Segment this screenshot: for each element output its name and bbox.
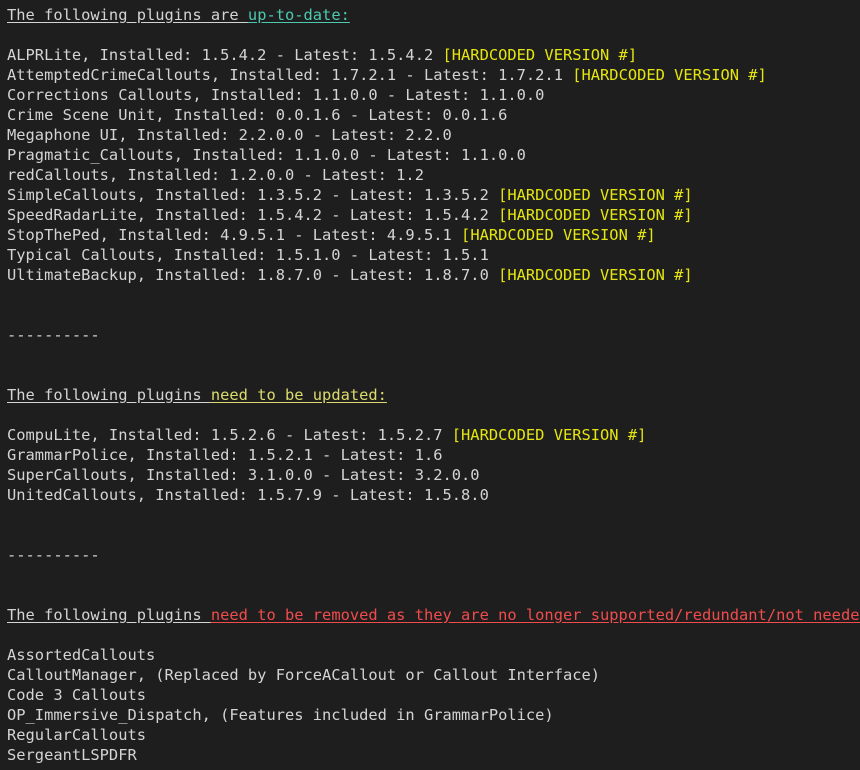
plugin-line: SpeedRadarLite, Installed: 1.5.4.2 - Lat… (7, 206, 499, 224)
update-heading: The following plugins need to be updated… (7, 385, 860, 405)
list-item: Typical Callouts, Installed: 1.5.1.0 - L… (7, 245, 860, 265)
plugin-line: RegularCallouts (7, 726, 146, 744)
plugin-line: AttemptedCrimeCallouts, Installed: 1.7.2… (7, 66, 573, 84)
remove-heading-highlight: need to be removed as they are no longer… (210, 606, 860, 624)
list-item: CompuLite, Installed: 1.5.2.6 - Latest: … (7, 425, 860, 445)
list-item: SpeedRadarLite, Installed: 1.5.4.2 - Lat… (7, 205, 860, 225)
hardcoded-tag: [HARDCODED VERSION #] (442, 46, 638, 64)
list-item: GrammarPolice, Installed: 1.5.2.1 - Late… (7, 445, 860, 465)
plugin-line: UltimateBackup, Installed: 1.8.7.0 - Lat… (7, 266, 499, 284)
list-item: SergeantLSPDFR (7, 745, 860, 765)
plugin-line: Crime Scene Unit, Installed: 0.0.1.6 - L… (7, 106, 508, 124)
uptodate-heading-prefix: The following plugins are (7, 6, 248, 24)
update-list: CompuLite, Installed: 1.5.2.6 - Latest: … (7, 425, 860, 505)
list-item: StopThePed, Installed: 4.9.5.1 - Latest:… (7, 225, 860, 245)
list-item: UltimateBackup, Installed: 1.8.7.0 - Lat… (7, 265, 860, 285)
plugin-line: CompuLite, Installed: 1.5.2.6 - Latest: … (7, 426, 452, 444)
plugin-line: Corrections Callouts, Installed: 1.1.0.0… (7, 86, 545, 104)
list-item: SimpleCallouts, Installed: 1.3.5.2 - Lat… (7, 185, 860, 205)
plugin-line: SimpleCallouts, Installed: 1.3.5.2 - Lat… (7, 186, 499, 204)
remove-heading-prefix: The following plugins (7, 606, 211, 624)
list-item: ALPRLite, Installed: 1.5.4.2 - Latest: 1… (7, 45, 860, 65)
list-item: Megaphone UI, Installed: 2.2.0.0 - Lates… (7, 125, 860, 145)
plugin-line: Typical Callouts, Installed: 1.5.1.0 - L… (7, 246, 489, 264)
list-item: UnitedCallouts, Installed: 1.5.7.9 - Lat… (7, 485, 860, 505)
hardcoded-tag: [HARDCODED VERSION #] (572, 66, 767, 84)
hardcoded-tag: [HARDCODED VERSION #] (451, 426, 647, 444)
hardcoded-tag: [HARDCODED VERSION #] (461, 226, 656, 244)
plugin-line: StopThePed, Installed: 4.9.5.1 - Latest:… (7, 226, 462, 244)
hardcoded-tag: [HARDCODED VERSION #] (498, 206, 693, 224)
update-heading-highlight: need to be updated: (210, 386, 387, 404)
list-item: SuperCallouts, Installed: 3.1.0.0 - Late… (7, 465, 860, 485)
list-item: CalloutManager, (Replaced by ForceACallo… (7, 665, 860, 685)
plugin-line: GrammarPolice, Installed: 1.5.2.1 - Late… (7, 446, 443, 464)
uptodate-heading: The following plugins are up-to-date: (7, 5, 860, 25)
plugin-line: SergeantLSPDFR (7, 746, 137, 764)
remove-heading: The following plugins need to be removed… (7, 605, 860, 625)
list-item: Pragmatic_Callouts, Installed: 1.1.0.0 -… (7, 145, 860, 165)
plugin-line: ALPRLite, Installed: 1.5.4.2 - Latest: 1… (7, 46, 443, 64)
list-item: Corrections Callouts, Installed: 1.1.0.0… (7, 85, 860, 105)
plugin-line: CalloutManager, (Replaced by ForceACallo… (7, 666, 601, 684)
list-item: Crime Scene Unit, Installed: 0.0.1.6 - L… (7, 105, 860, 125)
hardcoded-tag: [HARDCODED VERSION #] (498, 186, 693, 204)
plugin-line: Code 3 Callouts (7, 686, 146, 704)
log-output: The following plugins are up-to-date: AL… (0, 0, 860, 770)
separator: ---------- (7, 546, 100, 564)
list-item: redCallouts, Installed: 1.2.0.0 - Latest… (7, 165, 860, 185)
list-item: OP_Immersive_Dispatch, (Features include… (7, 705, 860, 725)
separator: ---------- (7, 326, 100, 344)
remove-list: AssortedCallouts CalloutManager, (Replac… (7, 645, 860, 765)
list-item: Code 3 Callouts (7, 685, 860, 705)
plugin-line: Pragmatic_Callouts, Installed: 1.1.0.0 -… (7, 146, 526, 164)
plugin-line: AssortedCallouts (7, 646, 156, 664)
uptodate-heading-highlight: up-to-date: (247, 6, 350, 24)
plugin-line: UnitedCallouts, Installed: 1.5.7.9 - Lat… (7, 486, 489, 504)
list-item: AssortedCallouts (7, 645, 860, 665)
plugin-line: OP_Immersive_Dispatch, (Features include… (7, 706, 554, 724)
plugin-line: Megaphone UI, Installed: 2.2.0.0 - Lates… (7, 126, 452, 144)
uptodate-list: ALPRLite, Installed: 1.5.4.2 - Latest: 1… (7, 45, 860, 285)
list-item: AttemptedCrimeCallouts, Installed: 1.7.2… (7, 65, 860, 85)
hardcoded-tag: [HARDCODED VERSION #] (498, 266, 693, 284)
plugin-line: SuperCallouts, Installed: 3.1.0.0 - Late… (7, 466, 480, 484)
plugin-line: redCallouts, Installed: 1.2.0.0 - Latest… (7, 166, 424, 184)
update-heading-prefix: The following plugins (7, 386, 211, 404)
list-item: RegularCallouts (7, 725, 860, 745)
